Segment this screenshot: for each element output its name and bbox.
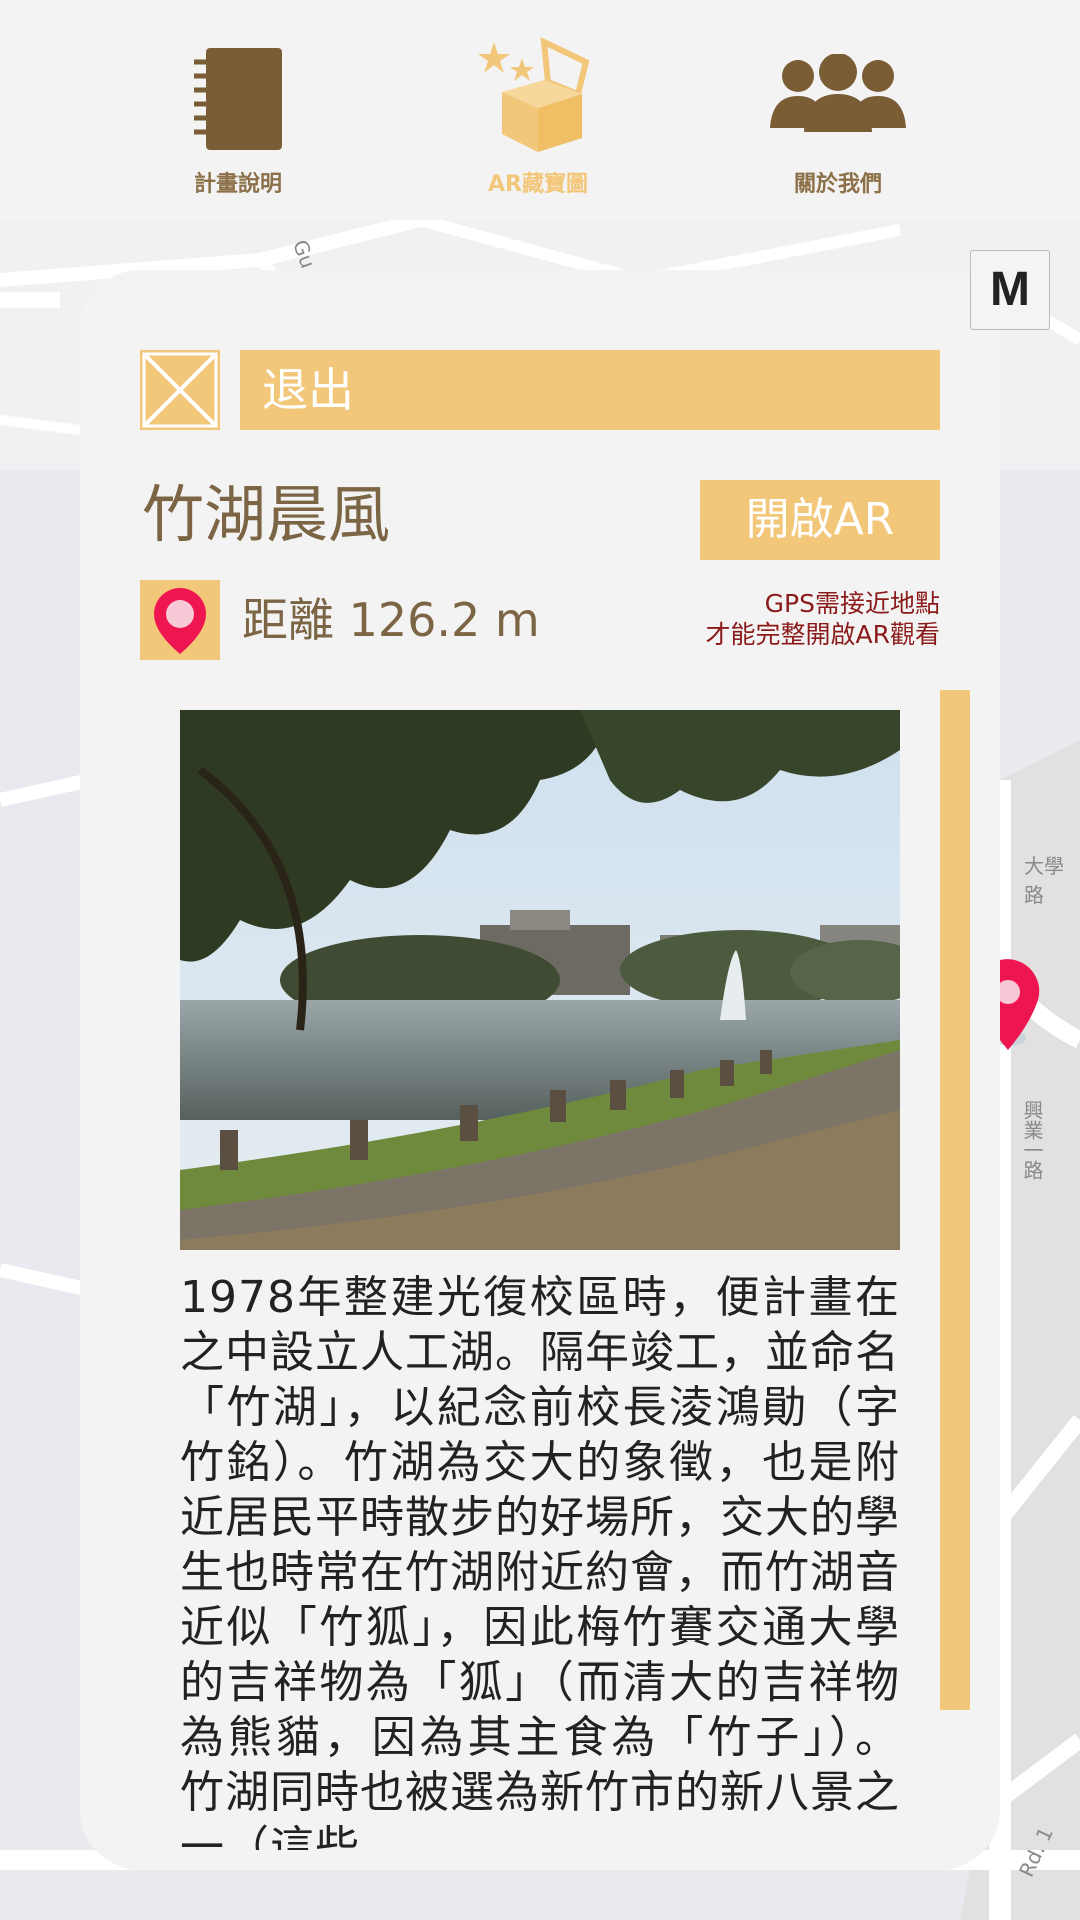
- top-navigation: 計畫說明 AR藏寶圖 關於我們: [0, 0, 1080, 220]
- location-title: 竹湖晨風: [142, 478, 391, 551]
- nav-label: 關於我們: [793, 172, 882, 197]
- nav-item-project[interactable]: 計畫說明: [118, 0, 358, 220]
- nav-item-about[interactable]: 關於我們: [718, 0, 958, 220]
- close-icon: [142, 352, 218, 428]
- exit-button[interactable]: 退出: [240, 350, 940, 430]
- scrollbar[interactable]: [940, 690, 970, 1710]
- scroll-content[interactable]: 1978年整建光復校區時，便計畫在之中設立人工湖。隔年竣工，並命名「竹湖」，以紀…: [180, 710, 900, 1850]
- gps-note: GPS需接近地點 才能完整開啟AR觀看: [706, 588, 940, 650]
- location-pin-icon: [154, 588, 206, 654]
- map-road-label: 興業一路: [1020, 1100, 1044, 1180]
- gps-note-line: 才能完整開啟AR觀看: [705, 620, 940, 649]
- treasure-box-icon: [478, 37, 590, 152]
- open-ar-button[interactable]: 開啟AR: [700, 480, 940, 560]
- group-icon: [770, 54, 906, 132]
- distance-text: 距離 126.2 m: [242, 593, 540, 647]
- nav-label: 計畫說明: [193, 172, 282, 197]
- map-road-label: 大學路: [1024, 854, 1064, 907]
- nav-item-ar-map[interactable]: AR藏寶圖: [418, 0, 658, 220]
- location-description: 1978年整建光復校區時，便計畫在之中設立人工湖。隔年竣工，並命名「竹湖」，以紀…: [180, 1272, 900, 1850]
- notebook-icon: [194, 48, 282, 150]
- distance-pin-badge: [140, 580, 220, 660]
- gps-note-line: GPS需接近地點: [764, 589, 940, 618]
- close-button[interactable]: [140, 350, 220, 430]
- nav-label: AR藏寶圖: [488, 172, 588, 197]
- location-photo: [180, 710, 900, 1250]
- location-info-panel: 退出 竹湖晨風 開啟AR 距離 126.2 m GPS需接近地點 才能完整開啟A…: [80, 270, 1000, 1870]
- map-mode-button[interactable]: M: [970, 250, 1050, 330]
